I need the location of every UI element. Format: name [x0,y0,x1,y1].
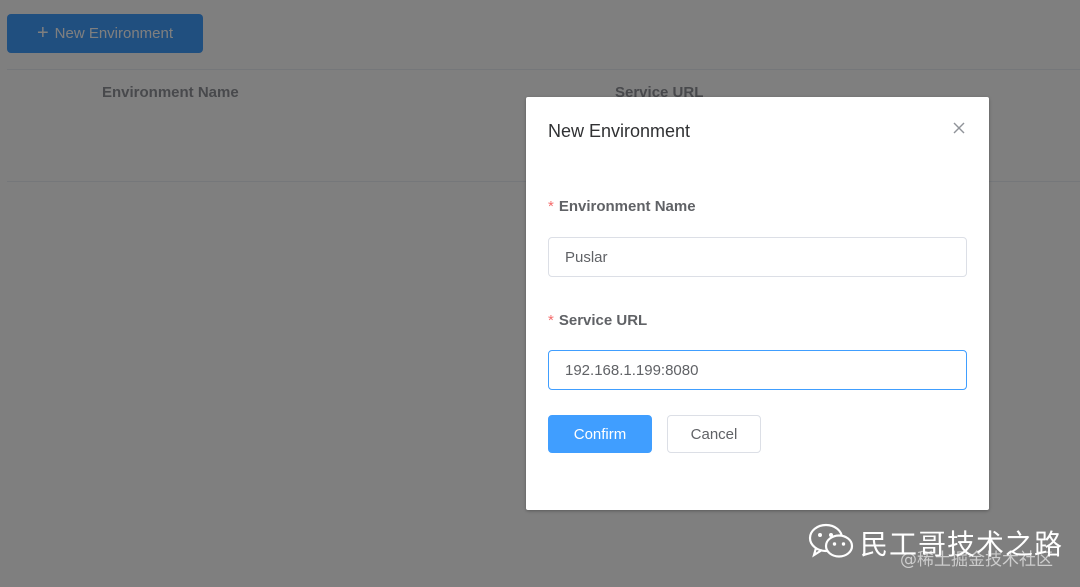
environment-name-input[interactable] [548,237,967,277]
environment-name-label: * Environment Name [548,198,696,215]
confirm-button[interactable]: Confirm [548,415,652,453]
service-url-label-text: Service URL [558,312,648,329]
service-url-label: * Service URL [548,312,647,329]
environment-name-label-text: Environment Name [558,198,696,215]
service-url-input[interactable] [548,350,967,390]
required-mark: * [548,312,554,329]
new-environment-dialog: New Environment *Environment Name *Servi… [526,97,989,510]
close-icon[interactable] [950,119,968,137]
dialog-title: New Environment [548,121,691,141]
required-mark: * [548,198,554,215]
cancel-button[interactable]: Cancel [667,415,761,453]
watermark-sub-text: @稀土掘金技术社区 [900,550,1053,570]
wechat-icon [808,521,854,566]
